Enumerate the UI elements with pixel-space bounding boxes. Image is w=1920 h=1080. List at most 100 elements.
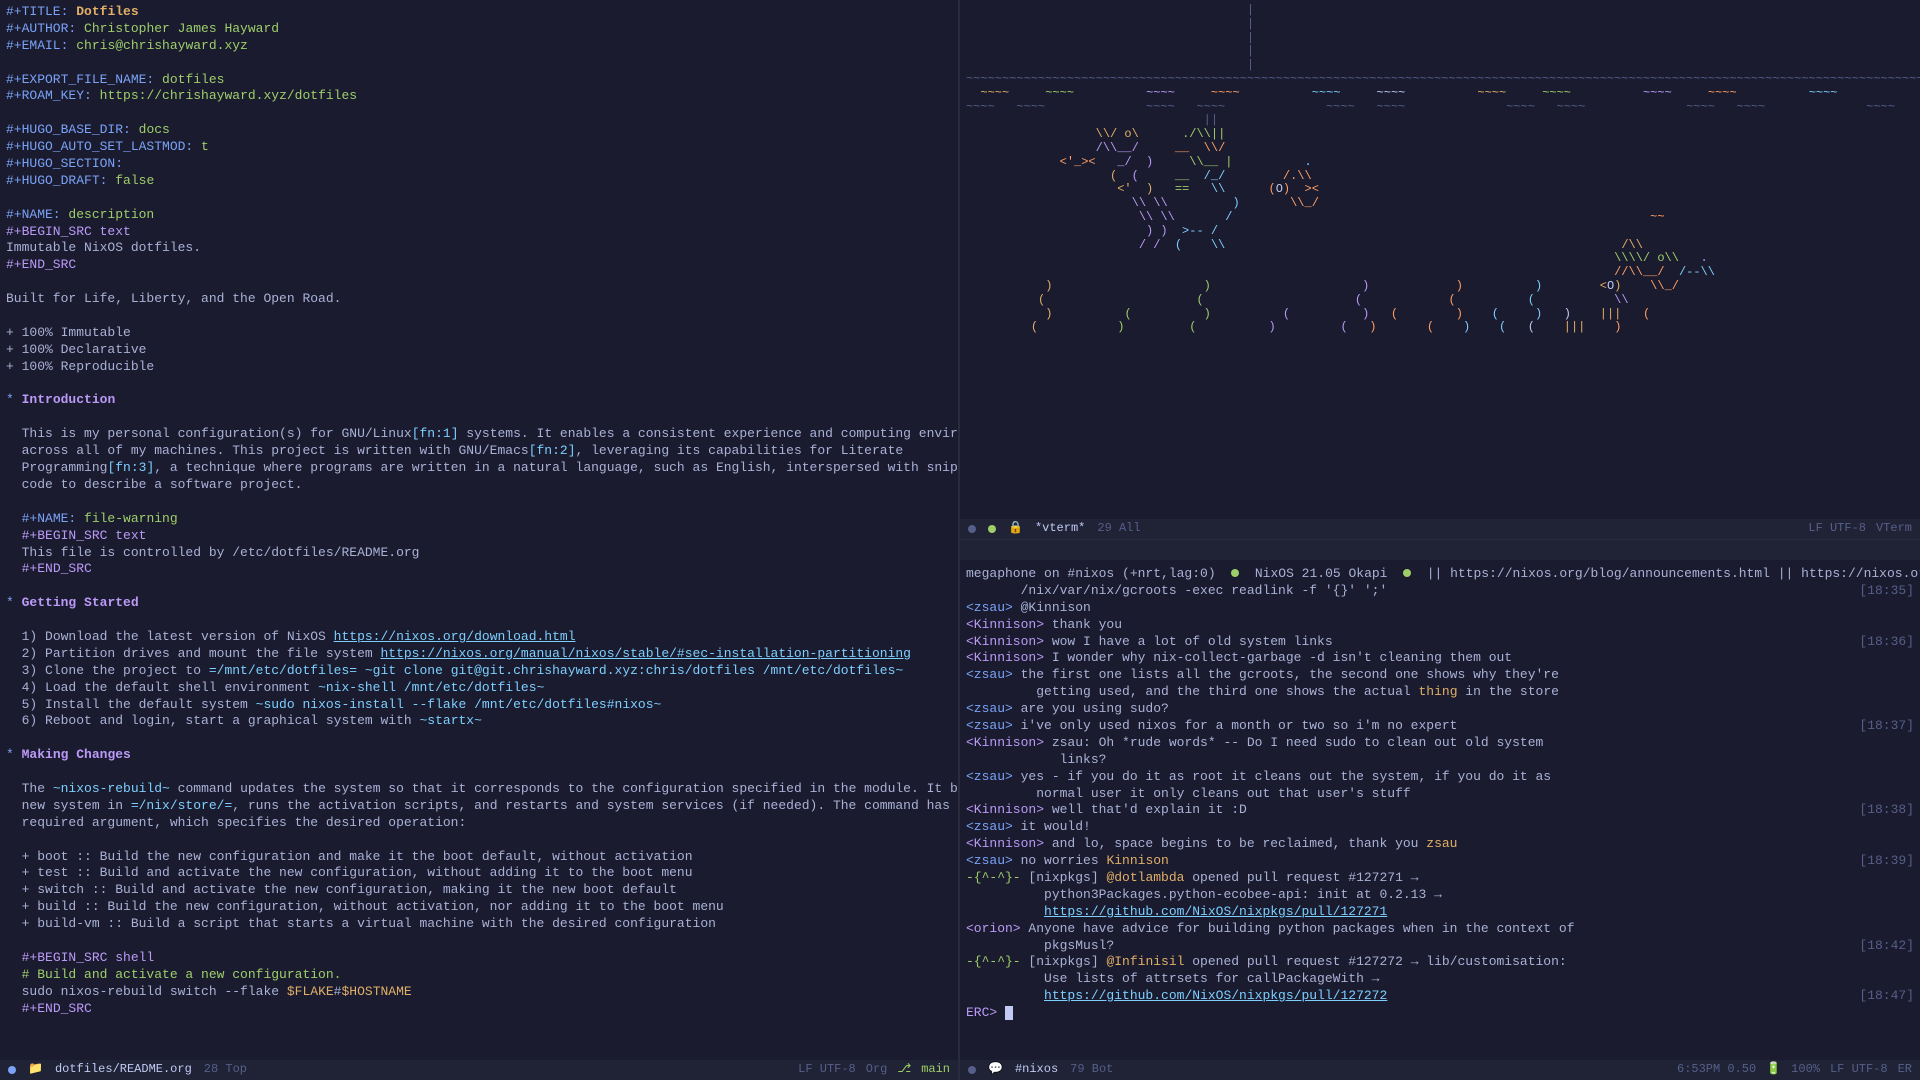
mc-b3: + switch :: Build and activate the new c…	[22, 882, 677, 897]
nick[interactable]: <zsau>	[966, 853, 1013, 868]
nick[interactable]: <zsau>	[966, 769, 1013, 784]
partition-link[interactable]: https://nixos.org/manual/nixos/stable/#s…	[380, 646, 911, 661]
msg: the first one lists all the gcroots, the…	[1013, 667, 1559, 682]
pr-link[interactable]: https://github.com/NixOS/nixpkgs/pull/12…	[1044, 988, 1387, 1003]
tilde-row: ~~~~~~~~~~~~~~~~~~~~~~~~~~~~~~~~~~~~~~~~…	[966, 72, 1920, 86]
hugo-base-val: docs	[139, 122, 170, 137]
step3-path: =/mnt/etc/dotfiles=	[209, 663, 357, 678]
modeline-br: 💬 #nixos 79 Bot 6:53PM 0.50 🔋 100% LF UT…	[960, 1060, 1920, 1080]
roam-key: #+ROAM_KEY:	[6, 88, 92, 103]
ts: [18:39]	[1859, 853, 1914, 870]
mc-b1: + boot :: Build the new configuration an…	[22, 849, 693, 864]
msg: well that'd explain it :D	[1044, 802, 1247, 817]
erc-prompt: ERC>	[966, 1005, 1005, 1020]
mc-b2: + test :: Build and activate the new con…	[22, 865, 693, 880]
buffer-name[interactable]: dotfiles/README.org	[55, 1062, 192, 1078]
msg-cont: Use lists of attrsets for callPackageWit…	[966, 971, 1379, 986]
msg: zsau: Oh *rude words* -- Do I need sudo …	[1044, 735, 1543, 750]
nick[interactable]: <zsau>	[966, 667, 1013, 682]
msg: no worries	[1013, 853, 1107, 868]
heading-intro[interactable]: Introduction	[22, 392, 116, 407]
heading-making[interactable]: Making Changes	[22, 747, 131, 762]
buffer-name[interactable]: *vterm*	[1035, 521, 1085, 537]
user[interactable]: @dotlambda	[1106, 870, 1184, 885]
hugo-draft-key: #+HUGO_DRAFT:	[6, 173, 107, 188]
msg-cont: normal user it only cleans out that user…	[966, 786, 1411, 801]
irc-buffer[interactable]: megaphone on #nixos (+nrt,lag:0) NixOS 2…	[960, 540, 1920, 1080]
title-val: Dotfiles	[76, 4, 138, 19]
feat3: + 100% Reproducible	[6, 359, 154, 374]
fn3[interactable]: [fn:3]	[107, 460, 154, 475]
major-mode: ER	[1898, 1062, 1912, 1078]
nick[interactable]: <zsau>	[966, 819, 1013, 834]
ts: [18:47]	[1859, 988, 1914, 1005]
nick[interactable]: <Kinnison>	[966, 617, 1044, 632]
msg: wow I have a lot of old system links	[1044, 634, 1333, 649]
nick[interactable]: <Kinnison>	[966, 836, 1044, 851]
irc-content[interactable]: megaphone on #nixos (+nrt,lag:0) NixOS 2…	[966, 544, 1914, 1022]
tagline: Built for Life, Liberty, and the Open Ro…	[6, 291, 341, 306]
msg: are you using sudo?	[1013, 701, 1169, 716]
bot-nick[interactable]: -{^-^}-	[966, 870, 1021, 885]
intro-p4: code to describe a software project.	[22, 477, 303, 492]
buffer-name[interactable]: #nixos	[1015, 1062, 1058, 1078]
nick[interactable]: <Kinnison>	[966, 650, 1044, 665]
nick[interactable]: <zsau>	[966, 718, 1013, 733]
nick[interactable]: <zsau>	[966, 600, 1013, 615]
nick[interactable]: <zsau>	[966, 701, 1013, 716]
msg: opened pull request #127271 →	[1184, 870, 1418, 885]
bot-nick[interactable]: -{^-^}-	[966, 954, 1021, 969]
begin-src: #+BEGIN_SRC text	[6, 224, 131, 239]
mc-src-comment: # Build and activate a new configuration…	[22, 967, 342, 982]
step6: 6) Reboot and login, start a graphical s…	[22, 713, 420, 728]
vterm-buffer[interactable]: | | | | | ~~~~~~~~~~~~~~~~~~~~~~~~~~~~~~…	[960, 0, 1920, 540]
fn2[interactable]: [fn:2]	[529, 443, 576, 458]
nick[interactable]: <Kinnison>	[966, 634, 1044, 649]
title-key: #+TITLE:	[6, 4, 68, 19]
pr-link[interactable]: https://github.com/NixOS/nixpkgs/pull/12…	[1044, 904, 1387, 919]
hugo-section-key: #+HUGO_SECTION:	[6, 156, 123, 171]
topic-d: /nix/var/nix/gcroots -exec readlink -f '…	[1021, 583, 1388, 598]
nick[interactable]: <Kinnison>	[966, 735, 1044, 750]
step5: 5) Install the default system	[22, 697, 256, 712]
intro-p2b: , leveraging its capabilities for Litera…	[576, 443, 904, 458]
nick[interactable]: <orion>	[966, 921, 1021, 936]
vterm-content[interactable]: | | | | | ~~~~~~~~~~~~~~~~~~~~~~~~~~~~~~…	[966, 4, 1914, 335]
org-content[interactable]: #+TITLE: Dotfiles #+AUTHOR: Christopher …	[6, 4, 952, 1017]
step6-cmd: ~startx~	[419, 713, 481, 728]
mention[interactable]: zsau	[1426, 836, 1457, 851]
org-buffer[interactable]: #+TITLE: Dotfiles #+AUTHOR: Christopher …	[0, 0, 960, 1080]
msg-cont: pkgsMusl?	[966, 938, 1114, 953]
fn1[interactable]: [fn:1]	[412, 426, 459, 441]
clock: 6:53PM 0.50	[1677, 1062, 1756, 1078]
step5-cmd: ~sudo nixos-install --flake /mnt/etc/dot…	[256, 697, 662, 712]
step2: 2) Partition drives and mount the file s…	[22, 646, 381, 661]
msg: and lo, space begins to be reclaimed, th…	[1044, 836, 1426, 851]
mc-p1a: The	[22, 781, 53, 796]
author-key: #+AUTHOR:	[6, 21, 76, 36]
user[interactable]: @Infinisil	[1106, 954, 1184, 969]
cursor[interactable]	[1005, 1006, 1013, 1020]
intro-p1b: systems. It enables a consistent experie…	[459, 426, 961, 441]
hugo-base-key: #+HUGO_BASE_DIR:	[6, 122, 131, 137]
author-val: Christopher James Hayward	[84, 21, 279, 36]
msg: [nixpkgs]	[1021, 954, 1107, 969]
heading-getting[interactable]: Getting Started	[22, 595, 139, 610]
mention[interactable]: Kinnison	[1106, 853, 1168, 868]
name-key: #+NAME:	[6, 207, 61, 222]
msg: I wonder why nix-collect-garbage -d isn'…	[1044, 650, 1512, 665]
mc-var1: $FLAKE	[287, 984, 334, 999]
feat1: + 100% Immutable	[6, 325, 131, 340]
msg: [nixpkgs]	[1021, 870, 1107, 885]
topic-c: || https://nixos.org/blog/announcements.…	[1427, 566, 1920, 581]
msg-cont: links?	[966, 752, 1106, 767]
nick[interactable]: <Kinnison>	[966, 802, 1044, 817]
battery-icon: 🔋	[1766, 1062, 1781, 1078]
mc-var2: $HOSTNAME	[341, 984, 411, 999]
email-val: chris@chrishayward.xyz	[76, 38, 248, 53]
branch-icon: ⎇	[897, 1062, 911, 1078]
msg: thank you	[1044, 617, 1122, 632]
mc-b5: + build-vm :: Build a script that starts…	[22, 916, 716, 931]
msg: @Kinnison	[1013, 600, 1091, 615]
download-link[interactable]: https://nixos.org/download.html	[334, 629, 576, 644]
